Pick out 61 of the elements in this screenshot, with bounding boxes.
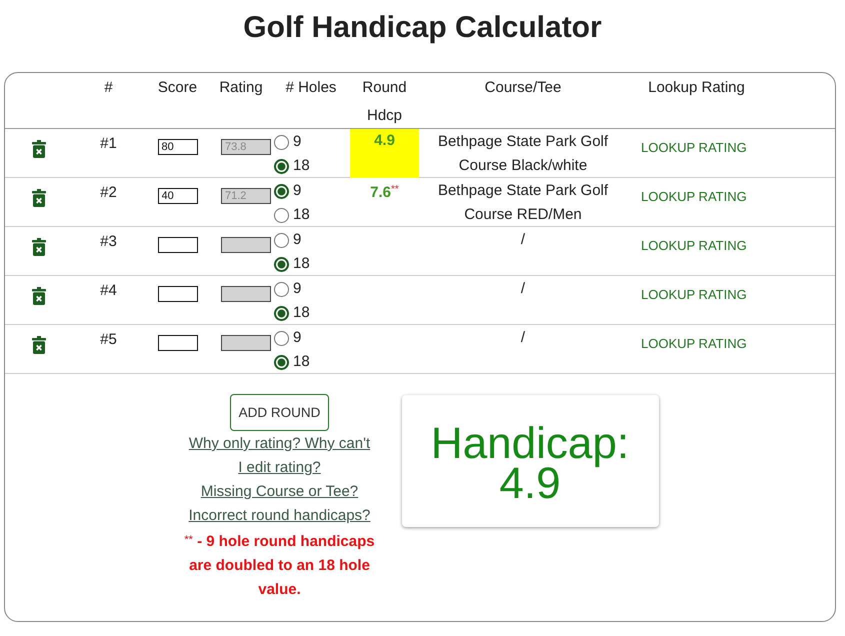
round-number: #3 [100, 232, 117, 252]
course-tee: / [520, 279, 526, 299]
column-header: Lookup Rating [648, 78, 745, 98]
lookup-rating-link[interactable]: LOOKUP RATING [641, 189, 747, 205]
round-handicap: 4.9 [374, 131, 395, 151]
round-number: #5 [100, 330, 117, 350]
radio-label: 18 [293, 254, 310, 274]
radio-label: 18 [293, 303, 310, 323]
radio-label: 18 [293, 205, 310, 225]
score-input[interactable]: 40 [158, 188, 198, 204]
column-header: Course/Tee [484, 78, 562, 98]
radio-label: 9 [293, 279, 302, 299]
radio-button[interactable] [274, 330, 289, 346]
column-header: Round Hdcp [361, 78, 408, 126]
trash-icon[interactable] [32, 336, 46, 354]
course-tee: / [520, 230, 526, 250]
radio-button[interactable] [274, 306, 289, 320]
lookup-rating-link[interactable]: LOOKUP RATING [641, 140, 747, 156]
radio-label: 9 [293, 181, 302, 201]
add-round-button[interactable]: ADD ROUND [230, 394, 330, 431]
radio-button[interactable] [274, 134, 289, 150]
score-input[interactable] [158, 286, 198, 302]
column-header: Rating [219, 78, 263, 98]
radio-button[interactable] [274, 282, 289, 296]
round-number: #4 [100, 281, 117, 301]
score-input[interactable] [158, 335, 198, 351]
lookup-rating-link[interactable]: LOOKUP RATING [641, 336, 747, 352]
lookup-rating-link[interactable]: LOOKUP RATING [641, 238, 747, 254]
help-link[interactable]: Why only rating? Why can't I edit rating? [188, 432, 372, 480]
radio-label: 9 [293, 132, 302, 152]
radio-label: 18 [293, 352, 310, 372]
trash-icon[interactable] [32, 287, 46, 305]
course-tee: Bethpage State Park Golf Course Black/white [436, 132, 610, 176]
radio-label: 9 [293, 328, 302, 348]
radio-button[interactable] [274, 158, 289, 174]
page-title: Golf Handicap Calculator [242, 10, 603, 46]
column-header: Score [158, 78, 198, 98]
handicap-value: 4.9 [499, 464, 561, 504]
score-input[interactable]: 80 [158, 139, 198, 155]
radio-button[interactable] [274, 354, 289, 370]
lookup-rating-link[interactable]: LOOKUP RATING [641, 287, 747, 303]
radio-button[interactable] [274, 232, 289, 248]
round-handicap: 7.6$^{**}$ [370, 183, 399, 203]
radio-label: 18 [293, 156, 310, 176]
footnote: $^{**}$ - 9 hole round handicaps are doubled to an 18 hole value. [183, 532, 376, 600]
help-link[interactable]: Incorrect round handicaps? [188, 504, 370, 528]
round-number: #1 [100, 134, 117, 154]
radio-label: 9 [293, 230, 302, 250]
column-header: # Holes [286, 78, 336, 98]
trash-icon[interactable] [32, 238, 46, 256]
course-tee: Bethpage State Park Golf Course RED/Men [436, 181, 610, 225]
help-link[interactable]: Missing Course or Tee? [200, 480, 358, 504]
score-input[interactable] [158, 237, 198, 253]
column-header: # [104, 78, 113, 98]
course-tee: / [520, 328, 526, 348]
trash-icon[interactable] [32, 189, 46, 207]
round-number: #2 [100, 183, 117, 203]
radio-button[interactable] [274, 208, 289, 222]
trash-icon[interactable] [32, 140, 46, 158]
radio-button[interactable] [274, 256, 289, 272]
radio-button[interactable] [274, 184, 289, 198]
